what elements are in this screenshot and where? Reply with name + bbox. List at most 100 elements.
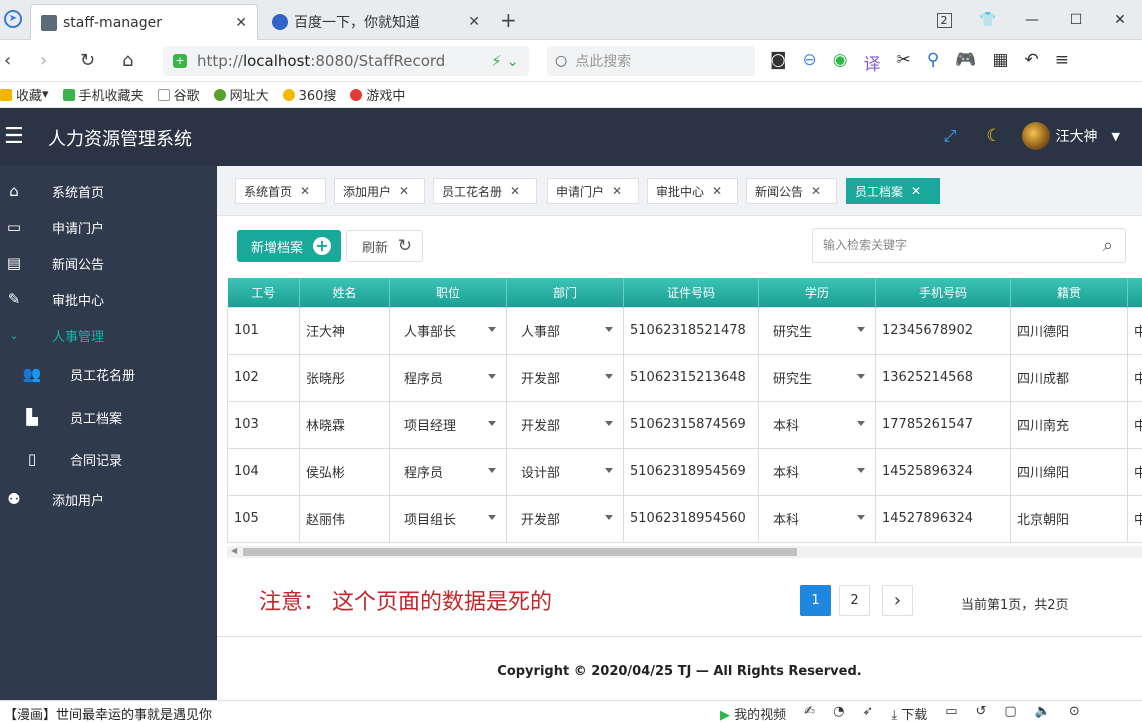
column-header[interactable]: 证件号码	[623, 278, 759, 307]
lightning-icon[interactable]: ⚡ ⌄	[491, 52, 519, 70]
forward-icon[interactable]: ›	[40, 50, 47, 71]
bookmark-favorites[interactable]: 收藏 ▾	[0, 85, 49, 104]
browser-tab-staff-manager[interactable]: staff-manager ✕	[30, 4, 258, 40]
table-select-cell[interactable]: 项目经理	[389, 400, 507, 449]
table-row[interactable]: 104 侯弘彬 程序员 设计部 51062318954569 本科 14525896324 四…	[227, 447, 1142, 496]
chevron-down-icon[interactable]: ▼	[1112, 130, 1120, 143]
apps-grid-icon[interactable]: ▦	[992, 50, 1008, 75]
volume-icon[interactable]: 🔈	[1035, 704, 1051, 722]
table-select-cell[interactable]: 人事部长	[389, 306, 507, 355]
close-icon[interactable]: ✕	[235, 15, 247, 31]
table-select-cell[interactable]: 程序员	[389, 353, 507, 402]
table-select-cell[interactable]: 程序员	[389, 447, 507, 496]
table-select-cell[interactable]: 开发部	[506, 494, 624, 543]
browser-tab-baidu[interactable]: 百度一下，你就知道 ✕	[262, 4, 490, 40]
tray-icon[interactable]: ▭	[945, 704, 957, 722]
tab-home[interactable]: 系统首页 ✕	[235, 178, 326, 204]
search-icon[interactable]: ⌕	[1103, 235, 1113, 256]
bookmark-games[interactable]: 游戏中	[350, 85, 405, 104]
blocked-icon[interactable]: ⊖	[803, 50, 817, 75]
tab-add-user[interactable]: 添加用户 ✕	[334, 178, 425, 204]
sidebar-item-news[interactable]: ▤ 新闻公告	[0, 245, 217, 281]
dropdown-arrow-icon[interactable]	[488, 514, 496, 520]
home-page-icon[interactable]: ⌂	[122, 50, 133, 71]
table-row[interactable]: 101 汪大神 人事部长 人事部 51062318521478 研究生 1234567890…	[227, 306, 1142, 355]
download-button[interactable]: ⤓ 下载	[891, 704, 927, 722]
keyword-search-input[interactable]	[823, 238, 1083, 252]
column-header[interactable]: 姓名	[299, 278, 390, 307]
fullscreen-icon[interactable]: ⤢	[943, 126, 956, 146]
page-button-2[interactable]: 2	[839, 585, 870, 616]
column-header[interactable]: 手机号码	[875, 278, 1011, 307]
dropdown-arrow-icon[interactable]	[605, 420, 613, 426]
table-select-cell[interactable]: 研究生	[758, 353, 876, 402]
back-icon[interactable]: ‹	[4, 50, 11, 71]
sidebar-item-contracts[interactable]: ▯ 合同记录	[0, 441, 217, 477]
close-icon[interactable]: ✕	[612, 184, 622, 198]
undo-icon[interactable]: ↶	[1025, 50, 1039, 75]
tab-portal[interactable]: 申请门户 ✕	[547, 178, 639, 204]
column-header[interactable]: 籍贯	[1010, 278, 1128, 307]
scrollbar-thumb[interactable]	[243, 548, 797, 556]
green-circle-icon[interactable]: ◉	[833, 50, 848, 75]
avatar[interactable]	[1021, 122, 1050, 150]
my-video-button[interactable]: ▶ 我的视频	[720, 704, 786, 722]
user-name[interactable]: 汪大神	[1056, 126, 1098, 146]
sidebar-item-home[interactable]: ⌂ 系统首页	[0, 173, 217, 209]
dropdown-arrow-icon[interactable]	[605, 326, 613, 332]
sidebar-item-approval[interactable]: ✎ 审批中心	[0, 281, 217, 317]
column-header[interactable]: 职位	[389, 278, 507, 307]
table-select-cell[interactable]: 设计部	[506, 447, 624, 496]
minimize-icon[interactable]: —	[1010, 12, 1054, 28]
table-select-cell[interactable]: 本科	[758, 494, 876, 543]
page-button-1[interactable]: 1	[800, 585, 831, 616]
bookmark-mobile[interactable]: 手机收藏夹	[62, 85, 144, 104]
column-header[interactable]: 民族	[1127, 278, 1142, 307]
dropdown-arrow-icon[interactable]	[857, 514, 865, 520]
next-page-button[interactable]: ›	[882, 585, 913, 616]
table-select-cell[interactable]: 开发部	[506, 353, 624, 402]
refresh-status-icon[interactable]: ↺	[976, 704, 987, 722]
dropdown-arrow-icon[interactable]	[857, 326, 865, 332]
table-select-cell[interactable]: 本科	[758, 447, 876, 496]
zoom-icon[interactable]: ⚲	[927, 50, 939, 75]
sidebar-item-roster[interactable]: 👥 员工花名册	[0, 356, 217, 392]
sidebar-item-hr[interactable]: ⌄ 人事管理	[0, 317, 217, 353]
column-header[interactable]: 工号	[227, 278, 300, 307]
dropdown-arrow-icon[interactable]	[605, 514, 613, 520]
tab-roster[interactable]: 员工花名册 ✕	[433, 178, 537, 204]
table-select-cell[interactable]: 人事部	[506, 306, 624, 355]
zoom-level-icon[interactable]: ⊙	[1069, 704, 1080, 722]
sidebar-item-records[interactable]: ▙ 员工档案	[0, 399, 217, 435]
add-record-button[interactable]: 新增档案 +	[237, 230, 341, 262]
leaf-icon[interactable]: ✍	[804, 704, 815, 722]
sidebar-item-add-user[interactable]: ⚉ 添加用户	[0, 481, 217, 517]
window-close-icon[interactable]: ✕	[1098, 12, 1142, 28]
table-row[interactable]: 105 赵丽伟 项目组长 开发部 51062318954560 本科 14527896324…	[227, 494, 1142, 543]
url-field[interactable]: + http://localhost:8080/StaffRecord ⚡ ⌄	[163, 46, 529, 76]
scroll-left-icon[interactable]: ◀	[231, 546, 237, 555]
shirt-skin-icon[interactable]: 👕	[966, 12, 1010, 28]
table-select-cell[interactable]: 项目组长	[389, 494, 507, 543]
window-icon[interactable]: ▢	[1004, 704, 1016, 722]
close-icon[interactable]: ✕	[811, 184, 821, 198]
gamepad-orange-icon[interactable]: 🎮	[955, 50, 976, 75]
reload-icon[interactable]: ↻	[80, 50, 95, 71]
close-icon[interactable]: ✕	[399, 184, 409, 198]
close-icon[interactable]: ✕	[712, 184, 722, 198]
scissors-icon[interactable]: ✂	[897, 50, 911, 75]
close-icon[interactable]: ✕	[468, 14, 480, 30]
table-select-cell[interactable]: 本科	[758, 400, 876, 449]
browser-logo-icon[interactable]: ➤	[4, 10, 22, 28]
dropdown-arrow-icon[interactable]	[488, 373, 496, 379]
bookmark-google[interactable]: 谷歌	[157, 85, 200, 104]
close-icon[interactable]: ✕	[300, 184, 310, 198]
speed-icon[interactable]: ◔	[833, 704, 844, 722]
refresh-button[interactable]: 刷新 ↻	[346, 230, 423, 262]
dropdown-arrow-icon[interactable]	[605, 467, 613, 473]
close-icon[interactable]: ✕	[510, 184, 520, 198]
translate-icon[interactable]: 译	[864, 50, 881, 75]
sidebar-item-portal[interactable]: ▭ 申请门户	[0, 209, 217, 245]
dropdown-arrow-icon[interactable]	[488, 326, 496, 332]
table-select-cell[interactable]: 研究生	[758, 306, 876, 355]
